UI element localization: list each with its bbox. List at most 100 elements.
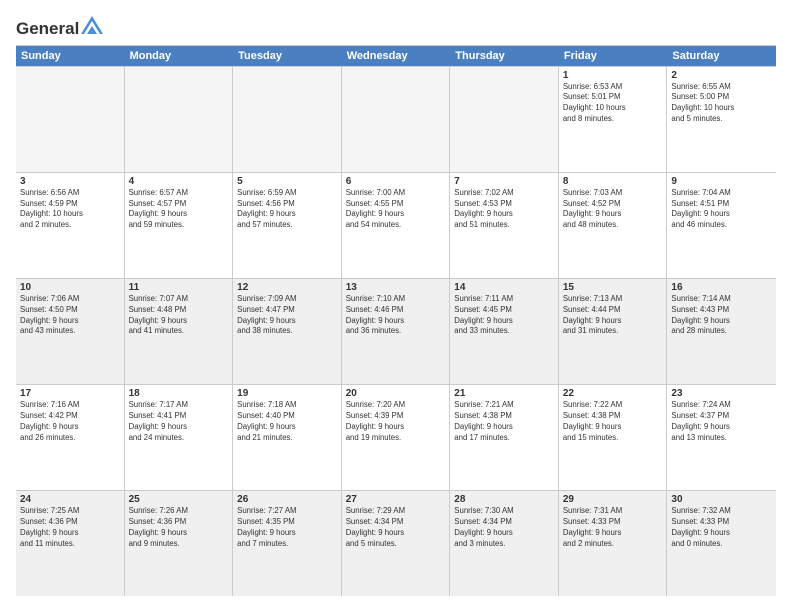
day-info: Sunrise: 7:00 AM Sunset: 4:55 PM Dayligh… xyxy=(346,188,446,232)
day-info: Sunrise: 7:13 AM Sunset: 4:44 PM Dayligh… xyxy=(563,294,663,338)
day-number: 17 xyxy=(20,388,120,399)
calendar-cell: 15Sunrise: 7:13 AM Sunset: 4:44 PM Dayli… xyxy=(559,279,668,384)
calendar-cell: 2Sunrise: 6:55 AM Sunset: 5:00 PM Daylig… xyxy=(667,67,776,172)
day-info: Sunrise: 7:29 AM Sunset: 4:34 PM Dayligh… xyxy=(346,506,446,550)
day-number: 14 xyxy=(454,282,554,293)
day-number: 18 xyxy=(129,388,229,399)
day-number: 5 xyxy=(237,176,337,187)
day-number: 29 xyxy=(563,494,663,505)
calendar-cell: 19Sunrise: 7:18 AM Sunset: 4:40 PM Dayli… xyxy=(233,385,342,490)
calendar-cell: 10Sunrise: 7:06 AM Sunset: 4:50 PM Dayli… xyxy=(16,279,125,384)
day-info: Sunrise: 7:09 AM Sunset: 4:47 PM Dayligh… xyxy=(237,294,337,338)
calendar-cell: 6Sunrise: 7:00 AM Sunset: 4:55 PM Daylig… xyxy=(342,173,451,278)
day-number: 10 xyxy=(20,282,120,293)
day-info: Sunrise: 7:07 AM Sunset: 4:48 PM Dayligh… xyxy=(129,294,229,338)
day-info: Sunrise: 7:17 AM Sunset: 4:41 PM Dayligh… xyxy=(129,400,229,444)
day-info: Sunrise: 7:31 AM Sunset: 4:33 PM Dayligh… xyxy=(563,506,663,550)
day-info: Sunrise: 7:30 AM Sunset: 4:34 PM Dayligh… xyxy=(454,506,554,550)
page-header: General xyxy=(16,16,776,37)
calendar-cell xyxy=(16,67,125,172)
day-info: Sunrise: 7:25 AM Sunset: 4:36 PM Dayligh… xyxy=(20,506,120,550)
calendar-cell: 23Sunrise: 7:24 AM Sunset: 4:37 PM Dayli… xyxy=(667,385,776,490)
day-info: Sunrise: 6:59 AM Sunset: 4:56 PM Dayligh… xyxy=(237,188,337,232)
day-info: Sunrise: 7:24 AM Sunset: 4:37 PM Dayligh… xyxy=(671,400,772,444)
day-info: Sunrise: 7:02 AM Sunset: 4:53 PM Dayligh… xyxy=(454,188,554,232)
calendar-cell xyxy=(233,67,342,172)
calendar-cell: 5Sunrise: 6:59 AM Sunset: 4:56 PM Daylig… xyxy=(233,173,342,278)
day-info: Sunrise: 7:16 AM Sunset: 4:42 PM Dayligh… xyxy=(20,400,120,444)
weekday-header: Thursday xyxy=(450,46,559,66)
day-info: Sunrise: 7:14 AM Sunset: 4:43 PM Dayligh… xyxy=(671,294,772,338)
day-info: Sunrise: 7:03 AM Sunset: 4:52 PM Dayligh… xyxy=(563,188,663,232)
calendar-cell: 11Sunrise: 7:07 AM Sunset: 4:48 PM Dayli… xyxy=(125,279,234,384)
calendar-cell: 4Sunrise: 6:57 AM Sunset: 4:57 PM Daylig… xyxy=(125,173,234,278)
weekday-header: Sunday xyxy=(16,46,125,66)
calendar-cell xyxy=(125,67,234,172)
calendar-cell: 9Sunrise: 7:04 AM Sunset: 4:51 PM Daylig… xyxy=(667,173,776,278)
calendar-cell: 17Sunrise: 7:16 AM Sunset: 4:42 PM Dayli… xyxy=(16,385,125,490)
calendar-row: 3Sunrise: 6:56 AM Sunset: 4:59 PM Daylig… xyxy=(16,173,776,279)
day-number: 25 xyxy=(129,494,229,505)
day-info: Sunrise: 6:56 AM Sunset: 4:59 PM Dayligh… xyxy=(20,188,120,232)
day-info: Sunrise: 7:18 AM Sunset: 4:40 PM Dayligh… xyxy=(237,400,337,444)
calendar-cell: 29Sunrise: 7:31 AM Sunset: 4:33 PM Dayli… xyxy=(559,491,668,596)
logo: General xyxy=(16,16,103,37)
day-number: 13 xyxy=(346,282,446,293)
calendar-cell: 20Sunrise: 7:20 AM Sunset: 4:39 PM Dayli… xyxy=(342,385,451,490)
day-info: Sunrise: 7:27 AM Sunset: 4:35 PM Dayligh… xyxy=(237,506,337,550)
day-info: Sunrise: 6:53 AM Sunset: 5:01 PM Dayligh… xyxy=(563,82,663,126)
calendar-cell: 3Sunrise: 6:56 AM Sunset: 4:59 PM Daylig… xyxy=(16,173,125,278)
day-info: Sunrise: 7:06 AM Sunset: 4:50 PM Dayligh… xyxy=(20,294,120,338)
weekday-header: Wednesday xyxy=(342,46,451,66)
day-number: 2 xyxy=(671,70,772,81)
weekday-header: Monday xyxy=(125,46,234,66)
calendar-cell: 7Sunrise: 7:02 AM Sunset: 4:53 PM Daylig… xyxy=(450,173,559,278)
day-info: Sunrise: 6:57 AM Sunset: 4:57 PM Dayligh… xyxy=(129,188,229,232)
weekday-header: Saturday xyxy=(667,46,776,66)
day-number: 19 xyxy=(237,388,337,399)
day-number: 28 xyxy=(454,494,554,505)
day-number: 7 xyxy=(454,176,554,187)
calendar-cell: 30Sunrise: 7:32 AM Sunset: 4:33 PM Dayli… xyxy=(667,491,776,596)
weekday-header: Friday xyxy=(559,46,668,66)
day-number: 1 xyxy=(563,70,663,81)
calendar: SundayMondayTuesdayWednesdayThursdayFrid… xyxy=(16,45,776,596)
day-info: Sunrise: 7:22 AM Sunset: 4:38 PM Dayligh… xyxy=(563,400,663,444)
day-number: 9 xyxy=(671,176,772,187)
calendar-row: 24Sunrise: 7:25 AM Sunset: 4:36 PM Dayli… xyxy=(16,491,776,596)
day-number: 4 xyxy=(129,176,229,187)
calendar-cell: 28Sunrise: 7:30 AM Sunset: 4:34 PM Dayli… xyxy=(450,491,559,596)
day-number: 30 xyxy=(671,494,772,505)
day-info: Sunrise: 7:11 AM Sunset: 4:45 PM Dayligh… xyxy=(454,294,554,338)
calendar-cell: 13Sunrise: 7:10 AM Sunset: 4:46 PM Dayli… xyxy=(342,279,451,384)
calendar-cell: 21Sunrise: 7:21 AM Sunset: 4:38 PM Dayli… xyxy=(450,385,559,490)
day-info: Sunrise: 7:20 AM Sunset: 4:39 PM Dayligh… xyxy=(346,400,446,444)
day-number: 20 xyxy=(346,388,446,399)
day-number: 11 xyxy=(129,282,229,293)
calendar-cell: 22Sunrise: 7:22 AM Sunset: 4:38 PM Dayli… xyxy=(559,385,668,490)
day-info: Sunrise: 7:10 AM Sunset: 4:46 PM Dayligh… xyxy=(346,294,446,338)
calendar-cell xyxy=(450,67,559,172)
day-number: 12 xyxy=(237,282,337,293)
day-info: Sunrise: 6:55 AM Sunset: 5:00 PM Dayligh… xyxy=(671,82,772,126)
day-number: 8 xyxy=(563,176,663,187)
day-number: 16 xyxy=(671,282,772,293)
day-number: 26 xyxy=(237,494,337,505)
day-info: Sunrise: 7:32 AM Sunset: 4:33 PM Dayligh… xyxy=(671,506,772,550)
day-number: 24 xyxy=(20,494,120,505)
calendar-cell: 26Sunrise: 7:27 AM Sunset: 4:35 PM Dayli… xyxy=(233,491,342,596)
calendar-row: 1Sunrise: 6:53 AM Sunset: 5:01 PM Daylig… xyxy=(16,66,776,173)
calendar-header: SundayMondayTuesdayWednesdayThursdayFrid… xyxy=(16,45,776,66)
day-info: Sunrise: 7:21 AM Sunset: 4:38 PM Dayligh… xyxy=(454,400,554,444)
calendar-cell xyxy=(342,67,451,172)
day-number: 21 xyxy=(454,388,554,399)
day-number: 15 xyxy=(563,282,663,293)
day-info: Sunrise: 7:26 AM Sunset: 4:36 PM Dayligh… xyxy=(129,506,229,550)
calendar-row: 10Sunrise: 7:06 AM Sunset: 4:50 PM Dayli… xyxy=(16,279,776,385)
calendar-cell: 24Sunrise: 7:25 AM Sunset: 4:36 PM Dayli… xyxy=(16,491,125,596)
logo-text: General xyxy=(16,16,103,39)
calendar-cell: 25Sunrise: 7:26 AM Sunset: 4:36 PM Dayli… xyxy=(125,491,234,596)
logo-icon xyxy=(81,16,103,34)
calendar-cell: 14Sunrise: 7:11 AM Sunset: 4:45 PM Dayli… xyxy=(450,279,559,384)
calendar-cell: 12Sunrise: 7:09 AM Sunset: 4:47 PM Dayli… xyxy=(233,279,342,384)
